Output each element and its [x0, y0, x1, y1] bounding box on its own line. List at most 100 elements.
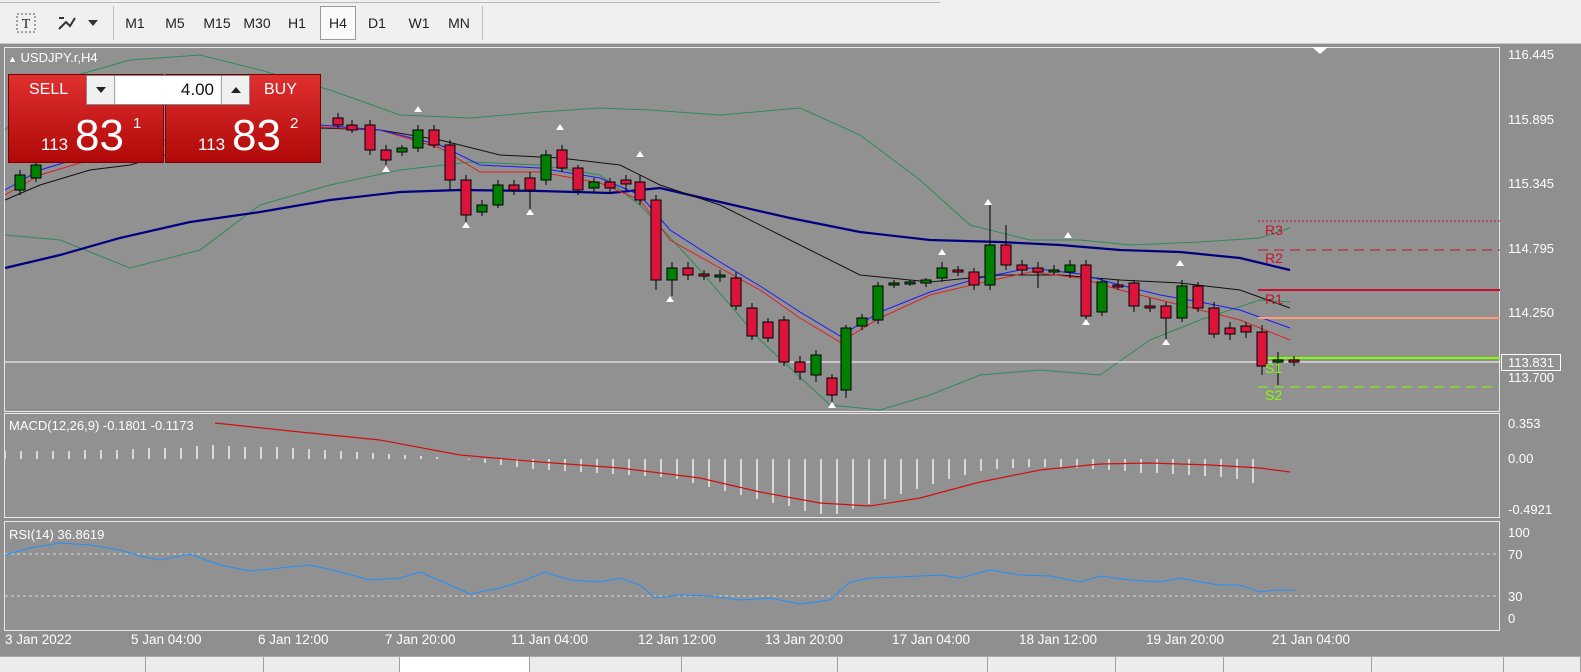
ma-slow-line [4, 186, 1291, 272]
candle-bull [936, 267, 948, 279]
rsi-tick: 30 [1508, 589, 1523, 604]
pivot-level-label: S2 [1265, 387, 1283, 403]
candle-bear [1288, 359, 1300, 363]
fractal-marker [1082, 319, 1090, 325]
candle-bear [346, 124, 358, 131]
chart-tab[interactable] [682, 657, 838, 672]
candle-bear [460, 179, 472, 216]
chart-tab[interactable] [838, 657, 988, 672]
arrow-down-icon[interactable] [87, 76, 115, 104]
chart-shift-marker [1312, 47, 1328, 54]
candle-bull [412, 129, 424, 149]
candle-bear [508, 184, 520, 191]
date-tick: 11 Jan 04:00 [511, 632, 589, 647]
candle-bear [1208, 307, 1220, 335]
pivot-level-label: R3 [1265, 222, 1283, 238]
fractal-marker [414, 106, 422, 112]
fractal-marker [938, 249, 946, 255]
candle-bear [1128, 282, 1140, 307]
date-tick: 6 Jan 12:00 [258, 632, 329, 647]
price-tick: 115.345 [1508, 176, 1555, 191]
chart-tab[interactable] [0, 657, 146, 672]
macd-tick: -0.4921 [1508, 502, 1553, 517]
date-tick: 13 Jan 20:00 [765, 632, 844, 647]
candle-bull [714, 274, 726, 278]
candle-bear [1032, 267, 1044, 273]
candle-bear [332, 117, 344, 126]
sell-price-small: 113 [41, 135, 69, 154]
candle-bear [682, 267, 694, 276]
pivot-level-label: S1 [1265, 360, 1283, 376]
candle-bull [872, 285, 884, 321]
chart-tab[interactable] [1372, 657, 1504, 672]
candle-bear [1016, 264, 1028, 271]
fractal-marker [462, 222, 470, 228]
candle-bull [888, 282, 900, 286]
pivot-level-label: R1 [1265, 291, 1283, 307]
date-tick: 19 Jan 20:00 [1146, 632, 1225, 647]
symbol-text: USDJPY.r,H4 [20, 50, 98, 65]
chart-tab[interactable] [1504, 657, 1581, 672]
candle-bear [650, 199, 662, 281]
price-tick: 114.250 [1508, 305, 1555, 320]
candle-bull [14, 174, 26, 191]
candle-bear [826, 377, 838, 396]
macd-label: MACD(12,26,9) -0.1801 -0.1173 [9, 418, 194, 433]
date-tick: 5 Jan 04:00 [131, 632, 202, 647]
candle-bull [810, 354, 822, 376]
candle-bull [920, 279, 932, 284]
date-tick: 12 Jan 12:00 [638, 632, 717, 647]
chart-tab[interactable] [146, 657, 264, 672]
candle-bear [1224, 327, 1236, 335]
candle-bear [364, 124, 376, 151]
candle-bull [1048, 269, 1060, 273]
candle-bear [444, 144, 456, 181]
candle-bear [1000, 244, 1012, 266]
chart-tab-active[interactable] [400, 657, 530, 672]
candle-bear [556, 149, 568, 169]
date-tick: 3 Jan 2022 [5, 632, 72, 647]
current-price-tag: 113.831 [1501, 354, 1561, 371]
collapse-icon[interactable]: ▲ [8, 54, 17, 64]
sell-label: SELL [29, 81, 69, 98]
sell-price-sup: 1 [133, 115, 142, 132]
candle-bull [1096, 281, 1108, 313]
candle-bear [794, 361, 806, 373]
candle-bear [572, 167, 584, 191]
chart-tab[interactable] [988, 657, 1116, 672]
sell-price-big: 83 [75, 111, 124, 160]
chart-tab[interactable] [530, 657, 682, 672]
fractal-marker [1162, 339, 1170, 345]
candle-bull [476, 204, 488, 213]
fractal-marker [382, 166, 390, 172]
fractal-marker [636, 151, 644, 157]
candle-bear [380, 149, 392, 161]
fractal-marker [556, 124, 564, 130]
chart-tab[interactable] [264, 657, 400, 672]
price-tick: 113.700 [1508, 370, 1555, 385]
candle-bear [1080, 264, 1092, 317]
candle-bull [30, 164, 42, 179]
rsi-tick: 100 [1508, 525, 1530, 540]
price-tick: 114.795 [1508, 241, 1555, 256]
candle-bear [968, 271, 980, 286]
candle-bear [1112, 284, 1124, 288]
chart-tabs-bar [0, 656, 1581, 672]
candle-bear [634, 181, 646, 201]
candle-bull [492, 184, 504, 206]
one-click-trading-panel: SELL 113 83 1 BUY 113 83 2 4.00 [8, 74, 321, 164]
price-tick: 115.895 [1508, 112, 1555, 127]
fractal-marker [984, 199, 992, 205]
candle-bull [588, 181, 600, 189]
pivot-level-label: R2 [1265, 250, 1283, 266]
lot-size-input[interactable]: 4.00 [116, 76, 220, 104]
chart-tab[interactable] [1116, 657, 1224, 672]
arrow-up-icon[interactable] [221, 76, 249, 104]
chart-tab[interactable] [1224, 657, 1372, 672]
price-tick: 116.445 [1508, 47, 1555, 62]
candle-bear [698, 273, 710, 277]
symbol-label: ▲ USDJPY.r,H4 [8, 50, 98, 65]
candle-bear [952, 269, 964, 273]
macd-tick: 0.00 [1508, 451, 1534, 466]
candle-bear [428, 129, 440, 146]
